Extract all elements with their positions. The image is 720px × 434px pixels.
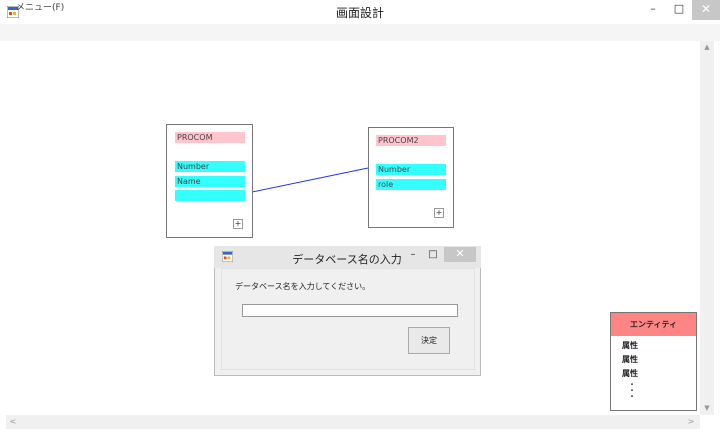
- app-window-icon: [222, 251, 233, 262]
- add-attribute-button[interactable]: +: [233, 219, 243, 229]
- dialog-close-button[interactable]: ✕: [444, 247, 476, 262]
- add-attribute-button[interactable]: +: [434, 208, 444, 218]
- legend-attribute: 属性: [622, 355, 638, 364]
- attribute-field[interactable]: role: [376, 179, 446, 190]
- legend-attribute: 属性: [622, 369, 638, 378]
- scroll-down-arrow-icon[interactable]: ▼: [700, 402, 714, 414]
- scroll-right-arrow-icon[interactable]: >: [684, 415, 698, 429]
- maximize-button[interactable]: □: [666, 0, 692, 20]
- ok-button[interactable]: 決定: [408, 327, 450, 354]
- minimize-button[interactable]: –: [640, 0, 666, 20]
- scroll-up-arrow-icon[interactable]: ▲: [700, 41, 714, 53]
- legend-entity-header: エンティティ: [611, 313, 696, 336]
- vertical-scrollbar[interactable]: [700, 41, 714, 415]
- window-title: 画面設計: [335, 6, 384, 20]
- attribute-field[interactable]: Number: [175, 161, 245, 172]
- attribute-field[interactable]: [175, 190, 245, 201]
- entity-title-field[interactable]: PROCOM: [175, 132, 245, 143]
- menu-file[interactable]: メニュー(F): [8, 1, 72, 16]
- horizontal-scrollbar[interactable]: [6, 415, 700, 429]
- entity-title-field[interactable]: PROCOM2: [376, 135, 446, 146]
- dialog-maximize-button[interactable]: □: [423, 247, 443, 265]
- database-name-input[interactable]: [242, 304, 458, 317]
- close-button[interactable]: ✕: [692, 0, 720, 20]
- legend-ellipsis-dot: ・: [628, 392, 636, 401]
- attribute-field[interactable]: Number: [376, 164, 446, 175]
- dialog-minimize-button[interactable]: –: [403, 247, 423, 265]
- menu-bar: [0, 24, 720, 41]
- scroll-left-arrow-icon[interactable]: <: [6, 415, 20, 429]
- attribute-field[interactable]: Name: [175, 176, 245, 187]
- dialog-prompt: データベース名を入力してください。: [235, 282, 371, 291]
- legend-attribute: 属性: [622, 341, 638, 350]
